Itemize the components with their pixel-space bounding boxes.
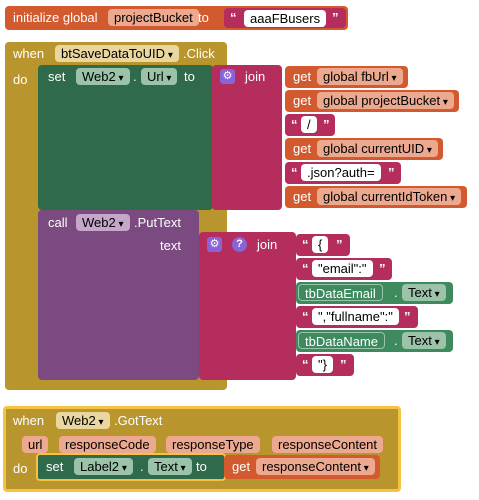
quote-open-icon: “ <box>291 165 298 180</box>
quote-close-icon: ” <box>388 165 395 180</box>
quote-open-icon: “ <box>291 117 298 132</box>
tbdataname-text-block[interactable]: tbDataName . Text <box>296 330 453 352</box>
property-dropdown[interactable]: Text <box>402 284 446 301</box>
gottext-when-label: when <box>13 413 45 428</box>
param-responsetype[interactable]: responseType <box>166 436 260 453</box>
text-value-field[interactable]: .json?auth= <box>301 164 381 181</box>
gear-icon[interactable]: ⚙ <box>220 69 235 84</box>
set-url-dot: . <box>133 69 137 84</box>
text-slash-block[interactable]: “ / ” <box>285 114 335 136</box>
quote-close-icon: ” <box>379 261 386 276</box>
global-value-text-block[interactable]: “ aaaFBusers ” <box>224 8 346 28</box>
set-url-to-label: to <box>184 69 195 84</box>
get-var-dropdown[interactable]: global fbUrl <box>317 68 403 85</box>
set-url-block[interactable]: set Web2 . Url to <box>38 65 213 210</box>
global-value-field[interactable]: aaaFBusers <box>244 10 327 27</box>
click-component-dropdown[interactable]: btSaveDataToUID <box>55 45 179 62</box>
component-dot: . <box>394 285 398 300</box>
component-field[interactable]: tbDataName <box>298 332 385 349</box>
quote-open-icon: “ <box>302 237 309 252</box>
text-email-key-block[interactable]: “ "email":" ” <box>296 258 392 280</box>
get-responsecontent-block[interactable]: get responseContent <box>224 455 380 479</box>
puttext-join-block[interactable]: ⚙ ? join <box>199 232 296 380</box>
quote-open-icon: “ <box>302 357 309 372</box>
global-name-field[interactable]: projectBucket <box>108 9 199 26</box>
quote-open-icon: “ <box>230 10 237 25</box>
text-fullname-key-block[interactable]: “ ","fullname":" ” <box>296 306 418 328</box>
click-when-label: when <box>13 46 45 61</box>
gear-icon[interactable]: ⚙ <box>207 237 222 252</box>
puttext-join-label: join <box>257 237 278 252</box>
tbdataemail-text-block[interactable]: tbDataEmail . Text <box>296 282 453 304</box>
help-icon[interactable]: ? <box>232 237 247 252</box>
quote-open-icon: “ <box>302 309 309 324</box>
property-dropdown[interactable]: Text <box>402 332 446 349</box>
quote-close-icon: ” <box>323 117 330 132</box>
text-json-auth-block[interactable]: “ .json?auth= ” <box>285 162 401 184</box>
get-var-dropdown[interactable]: global projectBucket <box>317 92 454 109</box>
call-label: call <box>48 215 68 230</box>
initialize-global-label: initialize global <box>13 10 98 25</box>
get-label: get <box>232 459 251 474</box>
call-method-label: .PutText <box>134 215 181 230</box>
get-var-dropdown[interactable]: responseContent <box>256 458 375 475</box>
gottext-component-dropdown[interactable]: Web2 <box>56 412 110 429</box>
text-value-field[interactable]: "email":" <box>312 260 373 277</box>
get-global-currentuid-block[interactable]: get global currentUID <box>285 138 443 160</box>
quote-close-icon: ” <box>336 237 343 252</box>
get-label: get <box>293 69 312 84</box>
url-join-block[interactable]: ⚙ join <box>212 65 282 210</box>
param-responsecode[interactable]: responseCode <box>59 436 156 453</box>
call-puttext-block[interactable]: call Web2 .PutText text <box>38 210 199 380</box>
url-join-label: join <box>245 69 266 84</box>
gottext-event-name-label: .GotText <box>114 413 163 428</box>
get-global-projectbucket-block[interactable]: get global projectBucket <box>285 90 459 112</box>
quote-close-icon: ” <box>404 309 411 324</box>
set-url-property-dropdown[interactable]: Url <box>141 68 178 85</box>
get-label: get <box>293 189 312 204</box>
get-var-dropdown[interactable]: global currentIdToken <box>317 188 462 205</box>
quote-close-icon: ” <box>340 357 347 372</box>
component-field[interactable]: tbDataEmail <box>298 284 383 301</box>
call-text-param-label: text <box>160 238 181 253</box>
param-url[interactable]: url <box>22 436 49 453</box>
set-label2-text-block[interactable]: set Label2 . Text to <box>36 453 226 481</box>
text-value-field[interactable]: { <box>312 236 329 253</box>
set-label: set <box>46 459 64 474</box>
global-init-block[interactable]: initialize global projectBucket to “ aaa… <box>5 6 348 30</box>
set-to-label: to <box>196 459 207 474</box>
text-value-field[interactable]: / <box>301 116 317 133</box>
set-url-set-label: set <box>48 69 66 84</box>
click-do-label: do <box>13 72 28 87</box>
call-component-dropdown[interactable]: Web2 <box>76 214 130 231</box>
text-value-field[interactable]: "} <box>312 356 333 373</box>
quote-close-icon: ” <box>332 10 339 25</box>
get-global-fburl-block[interactable]: get global fbUrl <box>285 66 408 88</box>
global-to-label: to <box>198 10 209 25</box>
param-responsecontent[interactable]: responseContent <box>272 436 384 453</box>
text-open-brace-block[interactable]: “ { ” <box>296 234 350 256</box>
set-url-component-dropdown[interactable]: Web2 <box>76 68 130 85</box>
component-dot: . <box>394 333 398 348</box>
click-event-name-label: .Click <box>183 46 215 61</box>
get-var-dropdown[interactable]: global currentUID <box>317 140 438 157</box>
set-property-dropdown[interactable]: Text <box>148 458 192 475</box>
set-component-dropdown[interactable]: Label2 <box>74 458 133 475</box>
text-value-field[interactable]: ","fullname":" <box>312 308 399 325</box>
quote-open-icon: “ <box>302 261 309 276</box>
get-label: get <box>293 93 312 108</box>
get-label: get <box>293 141 312 156</box>
gottext-do-label: do <box>13 461 28 476</box>
get-global-currentidtoken-block[interactable]: get global currentIdToken <box>285 186 467 208</box>
text-close-brace-block[interactable]: “ "} ” <box>296 354 354 376</box>
set-dot: . <box>140 459 144 474</box>
